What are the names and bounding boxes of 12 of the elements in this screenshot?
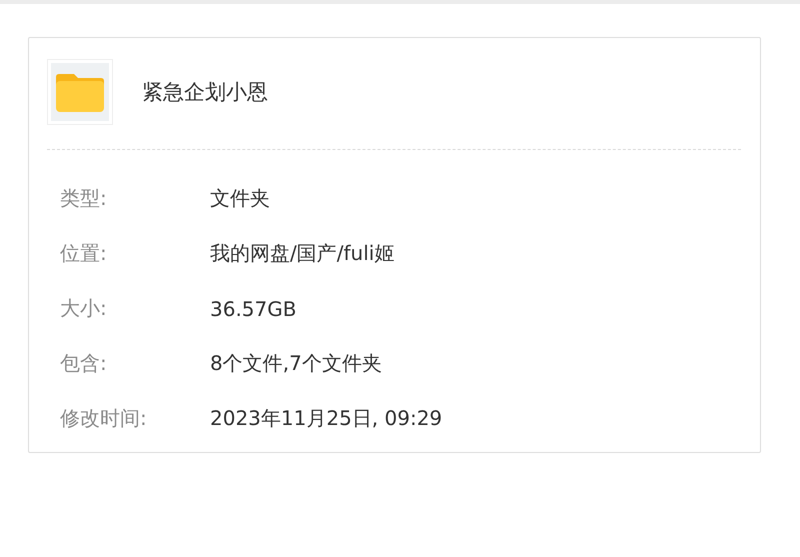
property-value: 2023年11月25日, 09:29 <box>210 405 442 432</box>
folder-icon <box>47 59 113 125</box>
property-label: 类型: <box>59 185 108 212</box>
property-label: 修改时间: <box>59 405 148 432</box>
property-value: 文件夹 <box>210 185 270 212</box>
property-value: 8个文件,7个文件夹 <box>210 350 382 377</box>
property-label: 包含: <box>59 350 108 377</box>
property-label: 大小: <box>59 295 108 322</box>
property-value: 36.57GB <box>210 296 296 320</box>
property-value: 我的网盘/国产/fuli姬 <box>210 240 394 267</box>
file-name: 紧急企划小恩 <box>142 79 268 106</box>
property-label: 位置: <box>59 240 108 267</box>
